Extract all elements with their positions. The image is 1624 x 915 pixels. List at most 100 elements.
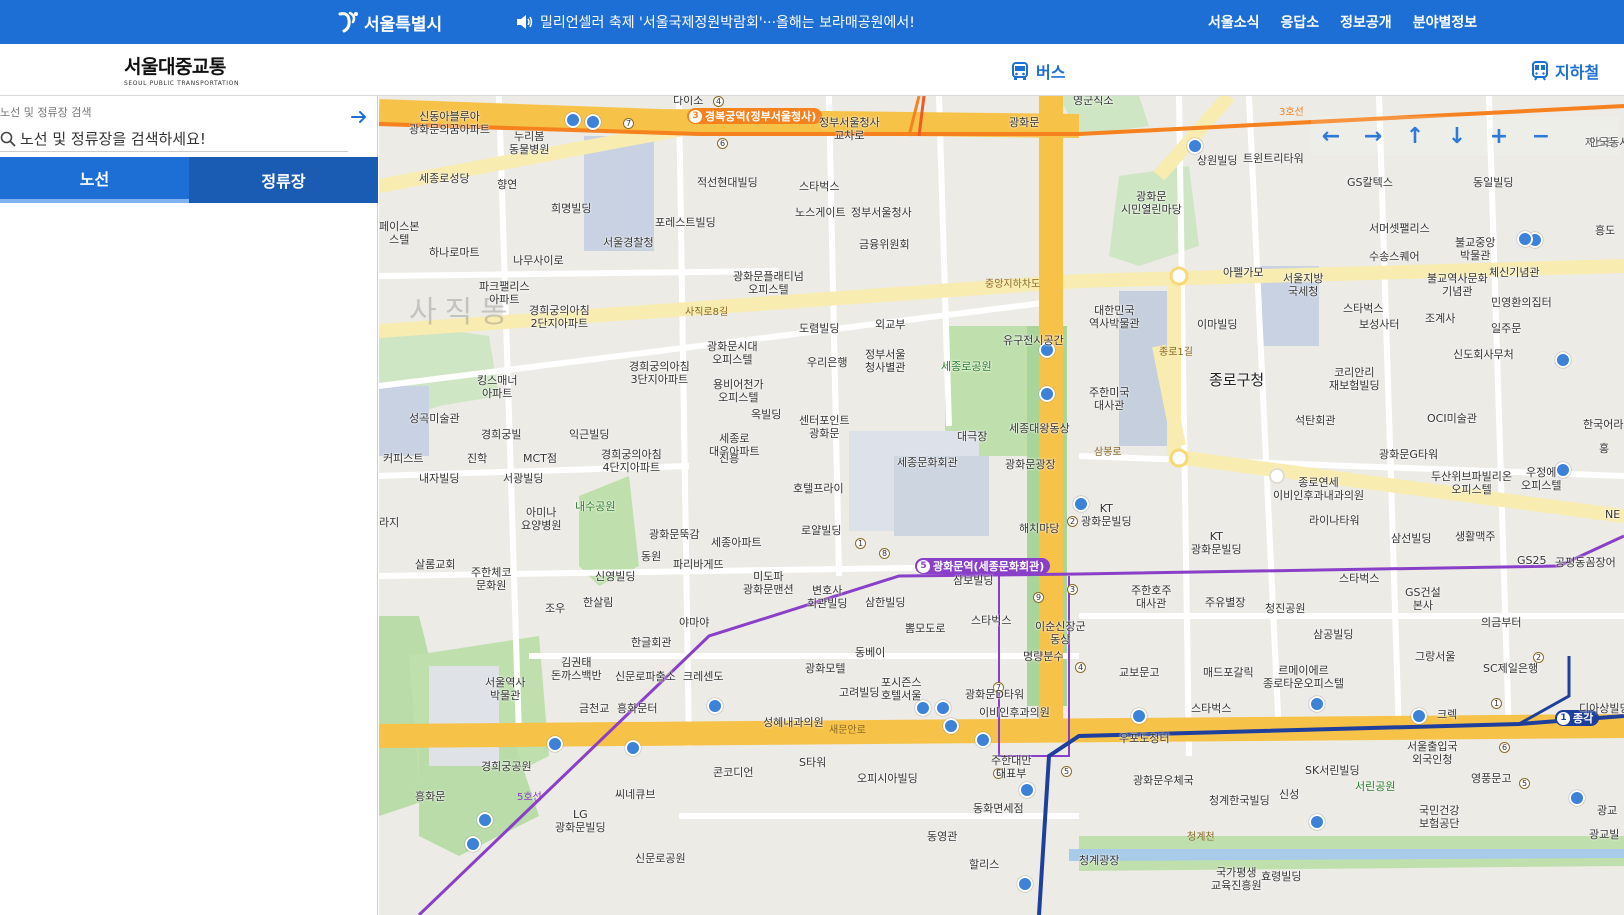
place-label[interactable]: 서머셋팰리스 — [1369, 222, 1430, 235]
place-label[interactable]: 옥빌딩 — [751, 408, 781, 421]
place-label[interactable]: 광화문플래티넘 오피스텔 — [733, 270, 804, 296]
place-label[interactable]: 조계사 — [1425, 312, 1455, 325]
place-label[interactable]: SK서린빌딩 — [1305, 764, 1360, 777]
place-label[interactable]: 한글회관 — [631, 636, 671, 649]
place-label[interactable]: 스타벅스 — [1339, 572, 1379, 585]
place-label[interactable]: 내수공원 — [575, 500, 615, 513]
place-label[interactable]: 서울지방 국세청 — [1283, 272, 1323, 298]
place-label[interactable]: 스타벅스 — [971, 614, 1011, 627]
place-label[interactable]: 이순신장군 동상 — [1035, 620, 1086, 646]
map-canvas[interactable]: 사직동 사직로8길 중앙지하차도 새문안로 삼봉로 종로1길 청계천 5호선 3… — [379, 96, 1624, 915]
place-label[interactable]: 고려빌딩 — [839, 686, 879, 699]
place-label[interactable]: 영풍문고 — [1471, 772, 1511, 785]
place-label[interactable]: 라이나타워 — [1309, 514, 1360, 527]
place-label[interactable]: 미도파 광화문맨션 — [743, 570, 794, 596]
pan-down-icon[interactable]: ↓ — [1445, 124, 1469, 149]
place-label[interactable]: 상원빌딩 — [1197, 154, 1237, 167]
place-label[interactable]: 르메이에르 종로타운오피스텔 — [1263, 664, 1344, 690]
place-label[interactable]: 적선현대빌딩 — [697, 176, 758, 189]
place-label[interactable]: 공평동꼼장어 — [1555, 556, 1616, 569]
place-label[interactable]: 동원 — [641, 550, 661, 563]
bus-stop-marker[interactable] — [565, 112, 581, 128]
place-label[interactable]: 광화문G타워 — [1379, 448, 1438, 461]
place-label[interactable]: 뽐모도로 — [905, 622, 945, 635]
place-label[interactable]: 금천교 — [579, 702, 609, 715]
place-label[interactable]: 스타벅스 — [799, 180, 839, 193]
place-label[interactable]: 디아상빌딩 — [1579, 702, 1624, 715]
place-label[interactable]: KT 광화문빌딩 — [1081, 502, 1132, 528]
place-label[interactable]: 향연 — [497, 178, 517, 191]
place-label[interactable]: 포시즌스 호텔서울 — [881, 676, 921, 702]
place-label[interactable]: GS건설 본사 — [1405, 586, 1441, 612]
place-label[interactable]: SC제일은행 — [1483, 662, 1538, 675]
menu-field-info[interactable]: 분야별정보 — [1413, 12, 1477, 32]
place-label[interactable]: 국가평생 교육진흥원 — [1211, 866, 1262, 892]
place-label[interactable]: 도렴빌딩 — [799, 322, 839, 335]
station-gyeongbokgung[interactable]: 3 경복궁역(정부서울청사) — [687, 108, 823, 124]
place-label[interactable]: 호텔프라이 — [793, 482, 844, 495]
bus-stop-marker[interactable] — [935, 700, 951, 716]
place-label[interactable]: 아미나 요양병원 — [521, 506, 561, 532]
place-label[interactable]: 김권태 돈까스백반 — [551, 656, 602, 682]
place-label[interactable]: 변호사 회관빌딩 — [807, 584, 847, 610]
place-label[interactable]: 성곡미술관 — [409, 412, 460, 425]
place-label[interactable]: 경희궁의아침 2단지아파트 — [529, 304, 590, 330]
place-label[interactable]: 내자빌딩 — [419, 472, 459, 485]
place-label[interactable]: 흥화문터 — [617, 702, 657, 715]
place-label[interactable]: 효령빌딩 — [1261, 870, 1301, 883]
place-label[interactable]: 킹스매너 아파트 — [477, 374, 517, 400]
place-label[interactable]: 정부서울청사 — [851, 206, 912, 219]
place-label[interactable]: 이비인후과의원 — [979, 706, 1050, 719]
place-label[interactable]: 경희궁공원 — [481, 760, 532, 773]
place-label[interactable]: 하나로마트 — [429, 246, 480, 259]
place-label[interactable]: 우정에 오피스텔 — [1521, 466, 1561, 492]
place-label[interactable]: 서광빌딩 — [503, 472, 543, 485]
place-label[interactable]: 삼공빌딩 — [1313, 628, 1353, 641]
place-label[interactable]: 홍 — [1599, 442, 1609, 455]
place-label[interactable]: 삼보빌딩 — [953, 574, 993, 587]
place-label[interactable]: 서울경찰청 — [603, 236, 654, 249]
zoom-in-icon[interactable]: + — [1487, 124, 1511, 149]
zoom-out-icon[interactable]: − — [1529, 124, 1553, 149]
place-label[interactable]: GS25 — [1517, 554, 1547, 567]
nav-subway[interactable]: 지하철 — [1531, 59, 1599, 83]
place-label[interactable]: 살롬교회 — [415, 558, 455, 571]
bus-stop-marker[interactable] — [707, 698, 723, 714]
bus-stop-marker[interactable] — [1309, 696, 1325, 712]
place-label[interactable]: 세종문화회관 — [897, 456, 958, 469]
place-label[interactable]: 보성사터 — [1359, 318, 1399, 331]
bus-stop-marker[interactable] — [1555, 352, 1571, 368]
place-label[interactable]: 세종대왕동상 — [1009, 422, 1070, 435]
place-label[interactable]: 오피시아빌딩 — [857, 772, 918, 785]
place-label[interactable]: 라지 — [379, 516, 399, 529]
place-label[interactable]: 삼한빌딩 — [865, 596, 905, 609]
place-label[interactable]: 포레스트빌딩 — [655, 216, 716, 229]
place-label[interactable]: 야마야 — [679, 616, 709, 629]
place-label[interactable]: 경희궁빌 — [481, 428, 521, 441]
place-label[interactable]: 서울출입국 외국인청 — [1407, 740, 1458, 766]
bus-stop-marker[interactable] — [1039, 386, 1055, 402]
place-label[interactable]: 서울역사 박물관 — [485, 676, 525, 702]
place-label[interactable]: 삼선빌딩 — [1391, 532, 1431, 545]
place-label[interactable]: 신성 — [1279, 788, 1299, 801]
place-label[interactable]: 수송스퀘어 — [1369, 250, 1420, 263]
place-label[interactable]: 광화문 — [1009, 116, 1039, 129]
bus-stop-marker[interactable] — [625, 740, 641, 756]
place-label[interactable]: 의금부터 — [1481, 616, 1521, 629]
place-label[interactable]: 트윈트리타워 — [1243, 152, 1304, 165]
place-label[interactable]: 할리스 — [969, 858, 999, 871]
place-label[interactable]: NE — [1605, 508, 1620, 521]
bus-stop-marker[interactable] — [1411, 708, 1427, 724]
place-label[interactable]: 코리안리 재보험빌딩 — [1329, 366, 1380, 392]
place-label[interactable]: 신문로공원 — [635, 852, 686, 865]
place-label[interactable]: S타워 — [799, 756, 826, 769]
station-gwanghwamun[interactable]: 5 광화문역(세종문화회관) — [915, 558, 1051, 574]
bus-stop-marker[interactable] — [915, 700, 931, 716]
tab-stop[interactable]: 정류장 — [189, 157, 378, 203]
place-label[interactable]: KT 광화문빌딩 — [1191, 530, 1242, 556]
menu-seoul-news[interactable]: 서울소식 — [1208, 12, 1260, 32]
place-label[interactable]: GS칼텍스 — [1347, 176, 1393, 189]
brand-logo[interactable]: 서울대중교통 SEOUL PUBLIC TRANSPORTATION — [124, 52, 239, 87]
bus-stop-marker[interactable] — [1187, 138, 1203, 154]
place-label[interactable]: 국민건강 보험공단 — [1419, 804, 1459, 830]
